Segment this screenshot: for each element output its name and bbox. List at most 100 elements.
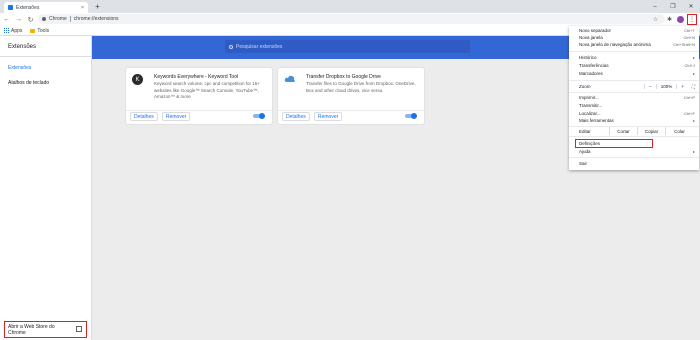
submenu-arrow-icon: ▸ (692, 118, 695, 123)
url-text[interactable]: chrome://extensions (74, 16, 119, 22)
fullscreen-icon[interactable]: ⛶ (692, 84, 695, 89)
extensions-sidebar: Extensões Extensões Atalhos de teclado A… (0, 36, 92, 340)
tab-strip: Extensões × + – ❐ ✕ (0, 0, 700, 13)
details-button[interactable]: Detalhes (130, 112, 158, 121)
chrome-menu: Novo separador Ctrl+T Nova janela Ctrl+N N… (569, 26, 699, 170)
webstore-label: Abrir a Web Store do Chrome (8, 324, 55, 336)
menu-item-label: Localizar... (579, 111, 601, 116)
menu-shortcut: Ctrl+J (684, 63, 695, 68)
search-icon (229, 44, 233, 49)
zoom-box: – 100% + (644, 84, 688, 89)
extension-toggle[interactable] (253, 112, 265, 119)
paste-button[interactable]: Colar (665, 127, 693, 135)
zoom-controls: – 100% + ⛶ (644, 84, 695, 89)
sidebar-title: Extensões (8, 44, 37, 50)
menu-shortcut: Ctrl+P (683, 95, 695, 100)
minimize-button[interactable]: – (646, 0, 664, 13)
close-window-button[interactable]: ✕ (682, 0, 700, 13)
extension-toggle[interactable] (405, 112, 417, 119)
zoom-label: Zoom (579, 84, 591, 89)
address-bar[interactable]: Chrome chrome://extensions (38, 14, 665, 24)
site-info-icon[interactable] (42, 17, 46, 21)
menu-item-exit[interactable]: Sair (579, 160, 695, 167)
bookmark-label: Tools (37, 27, 50, 34)
bookmark-tools[interactable]: Tools (30, 28, 49, 34)
bookmark-label: Apps (11, 27, 23, 34)
menu-shortcut: Ctrl+T (684, 28, 695, 33)
menu-divider (569, 51, 699, 52)
extension-card: Transfer Dropbox to Google Drive Transfe… (278, 68, 424, 124)
site-label: Chrome (49, 16, 67, 22)
menu-shortcut: Ctrl+F (684, 111, 695, 116)
new-tab-button[interactable]: + (93, 2, 102, 11)
remove-button[interactable]: Remover (314, 112, 343, 121)
menu-divider (569, 157, 699, 158)
apps-grid-icon (4, 28, 9, 33)
maximize-button[interactable]: ❐ (664, 0, 682, 13)
zoom-in-button[interactable]: + (676, 84, 688, 89)
close-tab-icon[interactable]: × (81, 5, 84, 11)
menu-item-label: Histórico (579, 55, 597, 60)
copy-button[interactable]: Copiar (637, 127, 665, 135)
open-webstore-link[interactable]: Abrir a Web Store do Chrome (4, 321, 87, 338)
menu-divider (569, 80, 699, 81)
submenu-arrow-icon: ▸ (692, 55, 695, 60)
menu-shortcut: Ctrl+N (683, 35, 695, 40)
menu-item-label: Transmitir... (579, 103, 603, 108)
menu-item-label: Nova janela (579, 35, 603, 40)
menu-item-label: Marcadores (579, 71, 603, 76)
menu-item-incognito[interactable]: Nova janela de navegação anónima Ctrl+Shi… (579, 41, 695, 48)
tab-extensions[interactable]: Extensões × (4, 2, 88, 13)
card-divider (126, 110, 272, 111)
edit-label: Editar (579, 128, 591, 134)
menu-item-history[interactable]: Histórico ▸ (579, 54, 695, 61)
reload-button[interactable]: ↻ (25, 14, 36, 25)
menu-item-new-window[interactable]: Nova janela Ctrl+N (579, 34, 695, 41)
menu-item-label: Transferências (579, 63, 609, 68)
menu-item-new-tab[interactable]: Novo separador Ctrl+T (579, 27, 695, 34)
cloud-transfer-icon (284, 74, 295, 85)
cut-button[interactable]: Cortar (609, 127, 637, 135)
settings-highlight (575, 139, 653, 148)
search-extensions-input[interactable]: Pesquisar extensões (225, 40, 470, 53)
chrome-menu-button[interactable]: ⋮ (687, 14, 697, 25)
sidebar-item-extensions[interactable]: Extensões (8, 65, 31, 71)
extensions-tab-icon (8, 5, 13, 10)
sidebar-item-shortcuts[interactable]: Atalhos de teclado (8, 80, 49, 86)
extension-name: Keywords Everywhere - Keyword Tool (154, 74, 239, 80)
menu-item-find[interactable]: Localizar... Ctrl+F (579, 110, 695, 117)
search-placeholder: Pesquisar extensões (236, 43, 283, 50)
bookmark-apps[interactable]: Apps (4, 28, 22, 34)
remove-button[interactable]: Remover (162, 112, 191, 121)
card-divider (278, 110, 424, 111)
extension-card: K Keywords Everywhere - Keyword Tool Key… (126, 68, 272, 124)
menu-item-cast[interactable]: Transmitir... (579, 102, 695, 109)
toolbar: ← → ↻ Chrome chrome://extensions ☆ ✱ ⋮ (0, 13, 700, 26)
forward-button[interactable]: → (13, 14, 24, 25)
back-button[interactable]: ← (1, 14, 12, 25)
submenu-arrow-icon: ▸ (692, 71, 695, 76)
menu-item-print[interactable]: Imprimir... Ctrl+P (579, 94, 695, 101)
menu-item-label: Nova janela de navegação anónima (579, 42, 651, 47)
extension-name: Transfer Dropbox to Google Drive (306, 74, 381, 80)
menu-item-more-tools[interactable]: Mais ferramentas ▸ (579, 117, 695, 124)
menu-item-help[interactable]: Ajuda ▸ (579, 148, 695, 155)
extension-description: Transfer files to Google Drive from Drop… (306, 81, 416, 93)
keywords-everywhere-icon: K (132, 74, 143, 85)
zoom-out-button[interactable]: – (644, 84, 656, 89)
menu-item-bookmarks[interactable]: Marcadores ▸ (579, 70, 695, 77)
toggle-knob (411, 112, 417, 119)
menu-item-label: Imprimir... (579, 95, 599, 100)
folder-icon (30, 28, 36, 33)
menu-item-zoom: Zoom – 100% + ⛶ (579, 83, 695, 90)
submenu-arrow-icon: ▸ (692, 149, 695, 154)
profile-avatar[interactable] (677, 16, 684, 23)
menu-item-downloads[interactable]: Transferências Ctrl+J (579, 62, 695, 69)
extension-description: Keyword search volume, cpc and competiti… (154, 81, 260, 99)
bookmark-star-icon[interactable]: ☆ (651, 15, 660, 24)
menu-divider (569, 92, 699, 93)
extensions-puzzle-icon[interactable]: ✱ (665, 15, 674, 24)
menu-item-label: Mais ferramentas (579, 118, 614, 123)
details-button[interactable]: Detalhes (282, 112, 310, 121)
address-divider (69, 16, 71, 22)
